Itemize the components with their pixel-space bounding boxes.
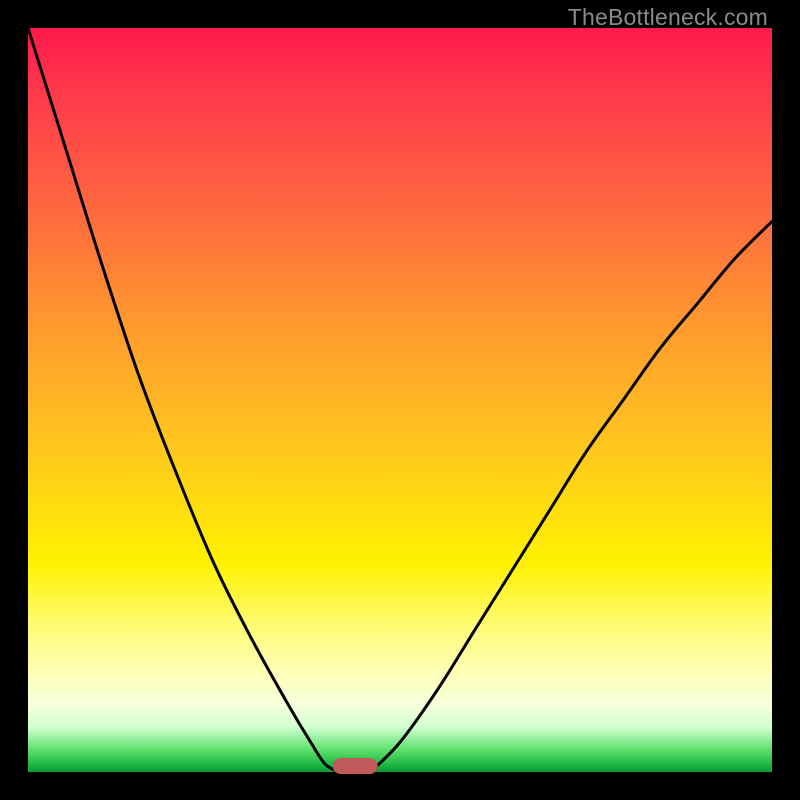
curve-left xyxy=(28,28,340,772)
bottleneck-marker xyxy=(333,758,378,774)
curve-layer xyxy=(28,28,772,772)
curve-right xyxy=(370,221,772,772)
chart-frame: TheBottleneck.com xyxy=(0,0,800,800)
watermark-text: TheBottleneck.com xyxy=(568,4,768,31)
plot-area xyxy=(28,28,772,772)
